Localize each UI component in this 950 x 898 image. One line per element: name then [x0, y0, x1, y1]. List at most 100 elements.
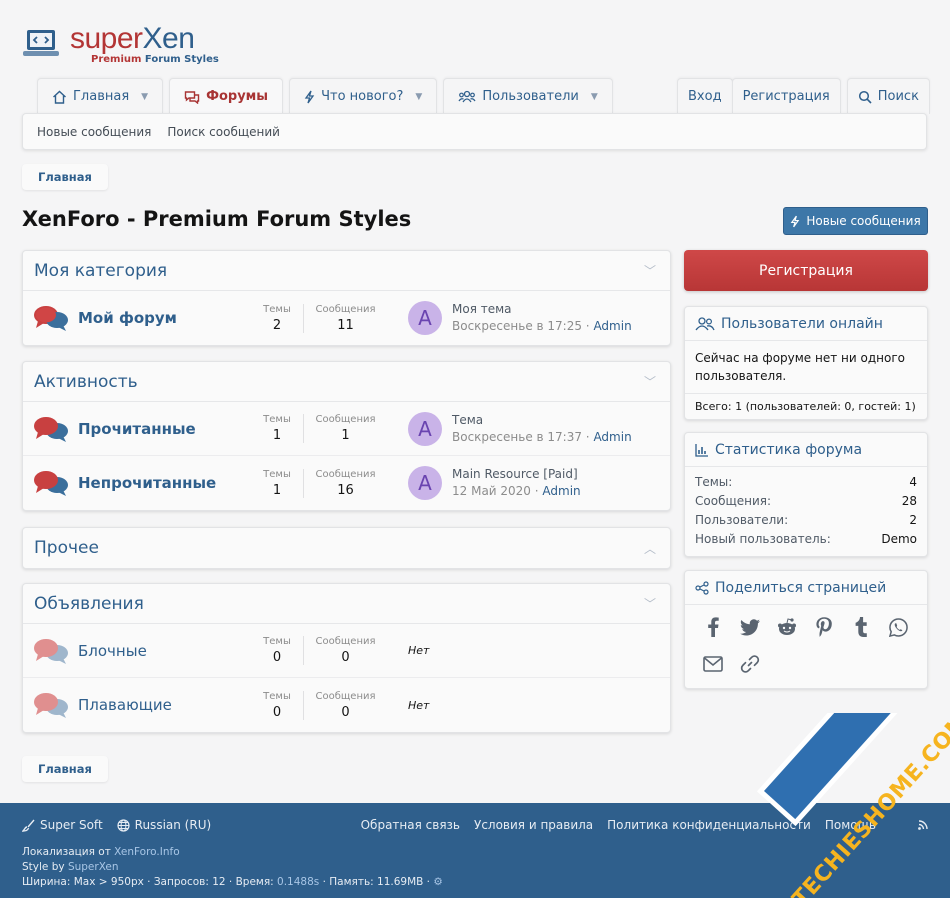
localization-link[interactable]: XenForo.Info [114, 846, 179, 858]
comments-icon [184, 90, 200, 104]
stat-label: Темы [263, 636, 291, 647]
pinterest-icon[interactable] [812, 615, 836, 639]
widget-header: Поделиться страницей [685, 571, 927, 605]
last-post-user[interactable]: Admin [593, 319, 631, 333]
threads-stat: Темы 0 [247, 636, 307, 665]
breadcrumb-bottom[interactable]: Главная [22, 756, 108, 782]
breadcrumb-home: Главная [38, 762, 92, 776]
link-icon[interactable] [738, 652, 762, 676]
category-header[interactable]: Активность ﹀ [23, 362, 670, 402]
nav-tab-members[interactable]: Пользователи ▼ [443, 78, 613, 114]
category-header[interactable]: Прочее ︿ [23, 528, 670, 568]
forum-comments-icon [34, 306, 68, 331]
footer-link-terms[interactable]: Условия и правила [474, 818, 593, 832]
whatsapp-icon[interactable] [886, 615, 910, 639]
chevron-up-icon[interactable]: ︿ [644, 540, 656, 557]
category-block: Прочее ︿ [22, 527, 671, 569]
rss-icon[interactable] [918, 818, 928, 832]
debug-info: Ширина: Max > 950px · Запросов: 12 · Вре… [22, 875, 443, 890]
category-header[interactable]: Моя категория ﹀ [23, 251, 670, 291]
chevron-down-icon[interactable]: ﹀ [644, 595, 656, 612]
last-post-user[interactable]: Admin [542, 484, 580, 498]
category-title: Объявления [34, 593, 144, 614]
last-post-title[interactable]: Main Resource [Paid] [452, 466, 581, 483]
new-posts-label: Новые сообщения [806, 214, 921, 228]
last-post-date[interactable]: Воскресенье в 17:25 [452, 319, 582, 333]
search-link[interactable]: Поиск [846, 78, 930, 114]
style-author-link[interactable]: SuperXen [68, 861, 119, 873]
last-post-title[interactable]: Тема [452, 412, 632, 429]
chevron-down-icon[interactable]: ▼ [415, 92, 422, 102]
bar-chart-icon [695, 443, 708, 457]
home-icon[interactable] [890, 818, 904, 832]
chevron-down-icon[interactable]: ﹀ [644, 373, 656, 390]
widget-title: Статистика форума [715, 441, 863, 458]
newest-member-link[interactable]: Demo [881, 530, 917, 549]
category-header[interactable]: Объявления ﹀ [23, 584, 670, 624]
threads-stat: Темы 1 [247, 469, 307, 498]
online-users-text: Сейчас на форуме нет ни одного пользоват… [695, 351, 905, 383]
last-post-date[interactable]: Воскресенье в 17:37 [452, 430, 582, 444]
login-link[interactable]: Вход [677, 78, 733, 114]
stat-row-label: Темы: [695, 475, 733, 489]
debug-text: · Память: 11.69MB · [319, 876, 434, 888]
site-logo[interactable]: superXen Premium Forum Styles [22, 24, 219, 65]
forum-title[interactable]: Прочитанные [78, 420, 196, 438]
tumblr-icon[interactable] [849, 615, 873, 639]
forum-node: Непрочитанные Темы 1 Сообщения 16 A Main R… [23, 456, 670, 510]
last-post-none: Нет [408, 644, 430, 657]
subnav-search-posts[interactable]: Поиск сообщений [167, 125, 280, 139]
new-posts-button[interactable]: Новые сообщения [783, 207, 928, 235]
nav-tab-forums[interactable]: Форумы [169, 78, 284, 114]
nav-tab-home[interactable]: Главная ▼ [37, 78, 164, 114]
users-icon [458, 90, 476, 102]
forum-title[interactable]: Блочные [78, 642, 147, 660]
email-icon[interactable] [701, 652, 725, 676]
chevron-down-icon[interactable]: ▼ [141, 92, 148, 102]
gear-icon[interactable]: ⚙ [433, 876, 442, 888]
stat-value: 1 [272, 428, 282, 443]
last-post-date[interactable]: 12 Май 2020 [452, 484, 531, 498]
reddit-icon[interactable] [775, 615, 799, 639]
forum-node: Мой форум Темы 2 Сообщения 11 A Моя тема В… [23, 291, 670, 345]
messages-stat: Сообщения 0 [303, 690, 387, 720]
sub-nav: Новые сообщения Поиск сообщений [22, 113, 927, 150]
users-icon [695, 316, 715, 330]
subnav-new-posts[interactable]: Новые сообщения [37, 125, 151, 139]
stat-label: Темы [263, 468, 291, 480]
forum-title[interactable]: Непрочитанные [78, 474, 216, 492]
last-post: Тема Воскресенье в 17:37 · Admin [452, 412, 632, 446]
forum-title[interactable]: Плавающие [78, 696, 172, 714]
stat-row-label: Сообщения: [695, 494, 772, 508]
stat-row-value: 2 [909, 513, 917, 527]
nav-tab-whats-new[interactable]: Что нового? ▼ [289, 78, 438, 114]
last-post-user[interactable]: Admin [593, 430, 631, 444]
breadcrumb-top[interactable]: Главная [22, 164, 108, 190]
twitter-icon[interactable] [738, 615, 762, 639]
footer-link-contact[interactable]: Обратная связь [361, 818, 460, 832]
facebook-icon[interactable] [701, 615, 725, 639]
avatar[interactable]: A [408, 301, 442, 335]
widget-title[interactable]: Пользователи онлайн [721, 316, 883, 332]
style-chooser[interactable]: Super Soft [22, 818, 103, 832]
avatar[interactable]: A [408, 466, 442, 500]
last-post-meta: 12 Май 2020 · Admin [452, 484, 581, 498]
footer-link-privacy[interactable]: Политика конфиденциальности [607, 818, 811, 832]
forum-comments-read-icon [34, 639, 68, 664]
forum-title[interactable]: Мой форум [78, 309, 177, 327]
language-chooser[interactable]: Russian (RU) [117, 818, 211, 832]
style-chooser-label: Super Soft [40, 818, 103, 832]
register-button[interactable]: Регистрация [684, 250, 928, 291]
bolt-icon [790, 215, 800, 227]
category-block: Активность ﹀ Прочитанные Темы 1 Сообщения… [22, 361, 671, 511]
chevron-down-icon[interactable]: ▼ [591, 92, 598, 102]
chevron-down-icon[interactable]: ﹀ [644, 262, 656, 279]
register-link[interactable]: Регистрация [731, 78, 841, 114]
nav-tab-label: Пользователи [482, 89, 579, 104]
last-post-title[interactable]: Моя тема [452, 301, 632, 318]
login-label: Вход [688, 89, 722, 104]
forum-node: Плавающие Темы 0 Сообщения 0 Нет [23, 678, 670, 732]
stat-row-value: 28 [901, 494, 917, 508]
avatar[interactable]: A [408, 411, 442, 446]
footer-link-help[interactable]: Помощь [825, 818, 876, 832]
